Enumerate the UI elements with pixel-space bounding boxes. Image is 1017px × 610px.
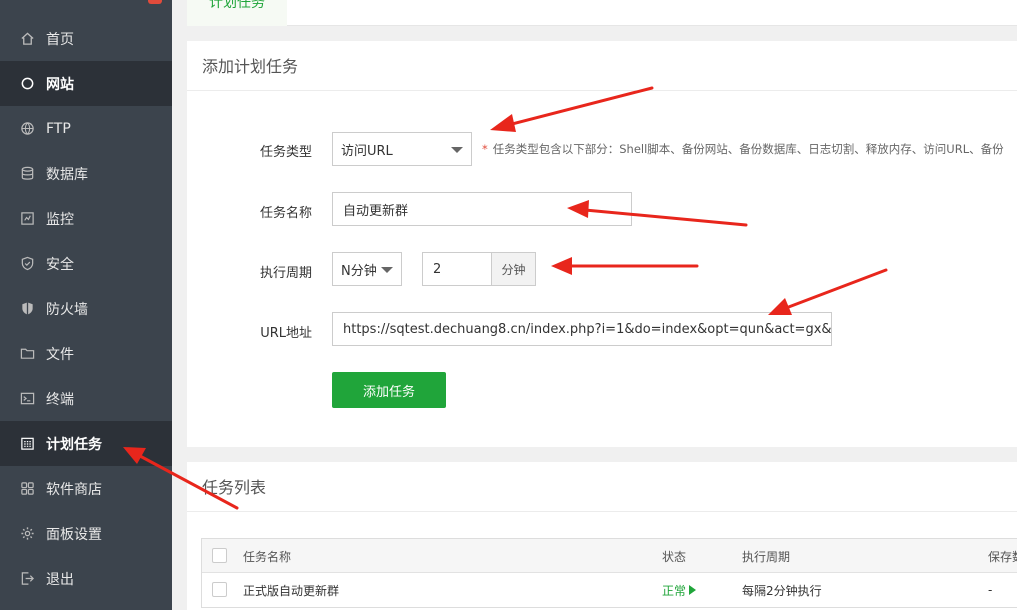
task-type-hint: * 任务类型包含以下部分：Shell脚本、备份网站、备份数据库、日志切割、释放内存…	[482, 141, 1004, 157]
period-cell: 每隔2分钟执行	[742, 583, 822, 598]
period-label: 执行周期	[259, 266, 312, 281]
calendar-icon	[19, 436, 35, 452]
sidebar-item-label: 防火墙	[46, 301, 88, 318]
task-type-hint-text: 任务类型包含以下部分：Shell脚本、备份网站、备份数据库、日志切割、释放内存、…	[492, 142, 1004, 156]
sidebar-item-label: FTP	[46, 120, 71, 137]
sidebar-item-label: 安全	[46, 256, 74, 273]
circle-icon	[19, 76, 35, 92]
sidebar-item-terminal[interactable]: 终端	[0, 376, 172, 421]
shield-icon	[19, 256, 35, 272]
sidebar-item-cron[interactable]: 计划任务	[0, 421, 172, 466]
chevron-down-icon	[451, 147, 463, 153]
chevron-down-icon	[381, 267, 393, 273]
sidebar-item-files[interactable]: 文件	[0, 331, 172, 376]
globe-icon	[19, 121, 35, 137]
keep-cell: -	[988, 583, 993, 597]
url-value: https://sqtest.dechuang8.cn/index.php?i=…	[343, 321, 832, 337]
sidebar-item-label: 面板设置	[46, 526, 102, 543]
period-type-select[interactable]: N分钟	[332, 252, 402, 286]
sidebar-item-logout[interactable]: 退出	[0, 556, 172, 601]
sidebar: 首页 网站 FTP 数据库 监控 安全 防火墙 文件 终端 计划任务 软件商店 …	[0, 0, 172, 610]
sidebar-item-label: 软件商店	[46, 481, 102, 498]
folder-icon	[19, 346, 35, 362]
sidebar-item-security[interactable]: 安全	[0, 241, 172, 286]
sidebar-item-store[interactable]: 软件商店	[0, 466, 172, 511]
required-marker: *	[482, 142, 488, 156]
database-icon	[19, 166, 35, 182]
task-name-label: 任务名称	[259, 206, 312, 221]
firewall-icon	[19, 301, 35, 317]
tab-cron[interactable]: 计划任务	[187, 0, 287, 26]
panel-title: 任务列表	[187, 462, 1017, 512]
status-toggle[interactable]: 正常	[662, 573, 697, 607]
sidebar-item-label: 监控	[46, 211, 74, 228]
table-row[interactable]: 正式版自动更新群 正常 每隔2分钟执行 -	[202, 573, 1017, 607]
notification-badge	[148, 0, 162, 4]
logout-icon	[19, 571, 35, 587]
sidebar-item-label: 计划任务	[46, 436, 102, 453]
url-label: URL地址	[260, 326, 312, 341]
task-table: 任务名称 状态 执行周期 保存数 正式版自动更新群 正常 每隔2分钟执行 -	[201, 538, 1017, 608]
gear-icon	[19, 526, 35, 542]
sidebar-item-label: 数据库	[46, 166, 88, 183]
sidebar-item-settings[interactable]: 面板设置	[0, 511, 172, 556]
sidebar-item-label: 网站	[46, 76, 74, 93]
column-header-status: 状态	[662, 549, 687, 564]
task-type-label: 任务类型	[259, 145, 312, 160]
sidebar-item-ftp[interactable]: FTP	[0, 106, 172, 151]
column-header-name: 任务名称	[243, 549, 292, 564]
sidebar-item-monitor[interactable]: 监控	[0, 196, 172, 241]
url-input[interactable]: https://sqtest.dechuang8.cn/index.php?i=…	[332, 312, 832, 346]
select-all-checkbox[interactable]	[212, 548, 227, 563]
status-text: 正常	[662, 583, 687, 598]
panel-title: 添加计划任务	[187, 41, 1017, 91]
sidebar-item-home[interactable]: 首页	[0, 16, 172, 61]
sidebar-item-label: 文件	[46, 346, 74, 363]
column-header-keep: 保存数	[988, 549, 1017, 564]
task-name-value: 自动更新群	[343, 203, 409, 219]
task-type-select[interactable]: 访问URL	[332, 132, 472, 166]
play-icon	[689, 585, 697, 595]
sidebar-item-label: 首页	[46, 31, 74, 48]
period-minutes-value: 2	[433, 261, 442, 277]
task-name-cell: 正式版自动更新群	[243, 583, 340, 598]
row-checkbox[interactable]	[212, 582, 227, 597]
sidebar-item-label: 终端	[46, 391, 74, 408]
sidebar-item-label: 退出	[46, 571, 74, 588]
task-name-input[interactable]: 自动更新群	[332, 192, 632, 226]
add-task-button[interactable]: 添加任务	[332, 372, 446, 408]
period-unit-addon: 分钟	[491, 252, 536, 286]
monitor-icon	[19, 211, 35, 227]
period-minutes-input[interactable]: 2	[422, 252, 492, 286]
home-icon	[19, 31, 35, 47]
table-header: 任务名称 状态 执行周期 保存数	[202, 539, 1017, 573]
task-type-value: 访问URL	[341, 143, 393, 159]
grid-icon	[19, 481, 35, 497]
sidebar-item-websites[interactable]: 网站	[0, 61, 172, 106]
period-type-value: N分钟	[341, 263, 377, 279]
sidebar-item-firewall[interactable]: 防火墙	[0, 286, 172, 331]
sidebar-item-database[interactable]: 数据库	[0, 151, 172, 196]
column-header-period: 执行周期	[742, 549, 791, 564]
tab-label: 计划任务	[209, 0, 265, 11]
add-task-panel: 添加计划任务	[187, 41, 1017, 447]
tab-bar: 计划任务	[187, 0, 1017, 26]
terminal-icon	[19, 391, 35, 407]
